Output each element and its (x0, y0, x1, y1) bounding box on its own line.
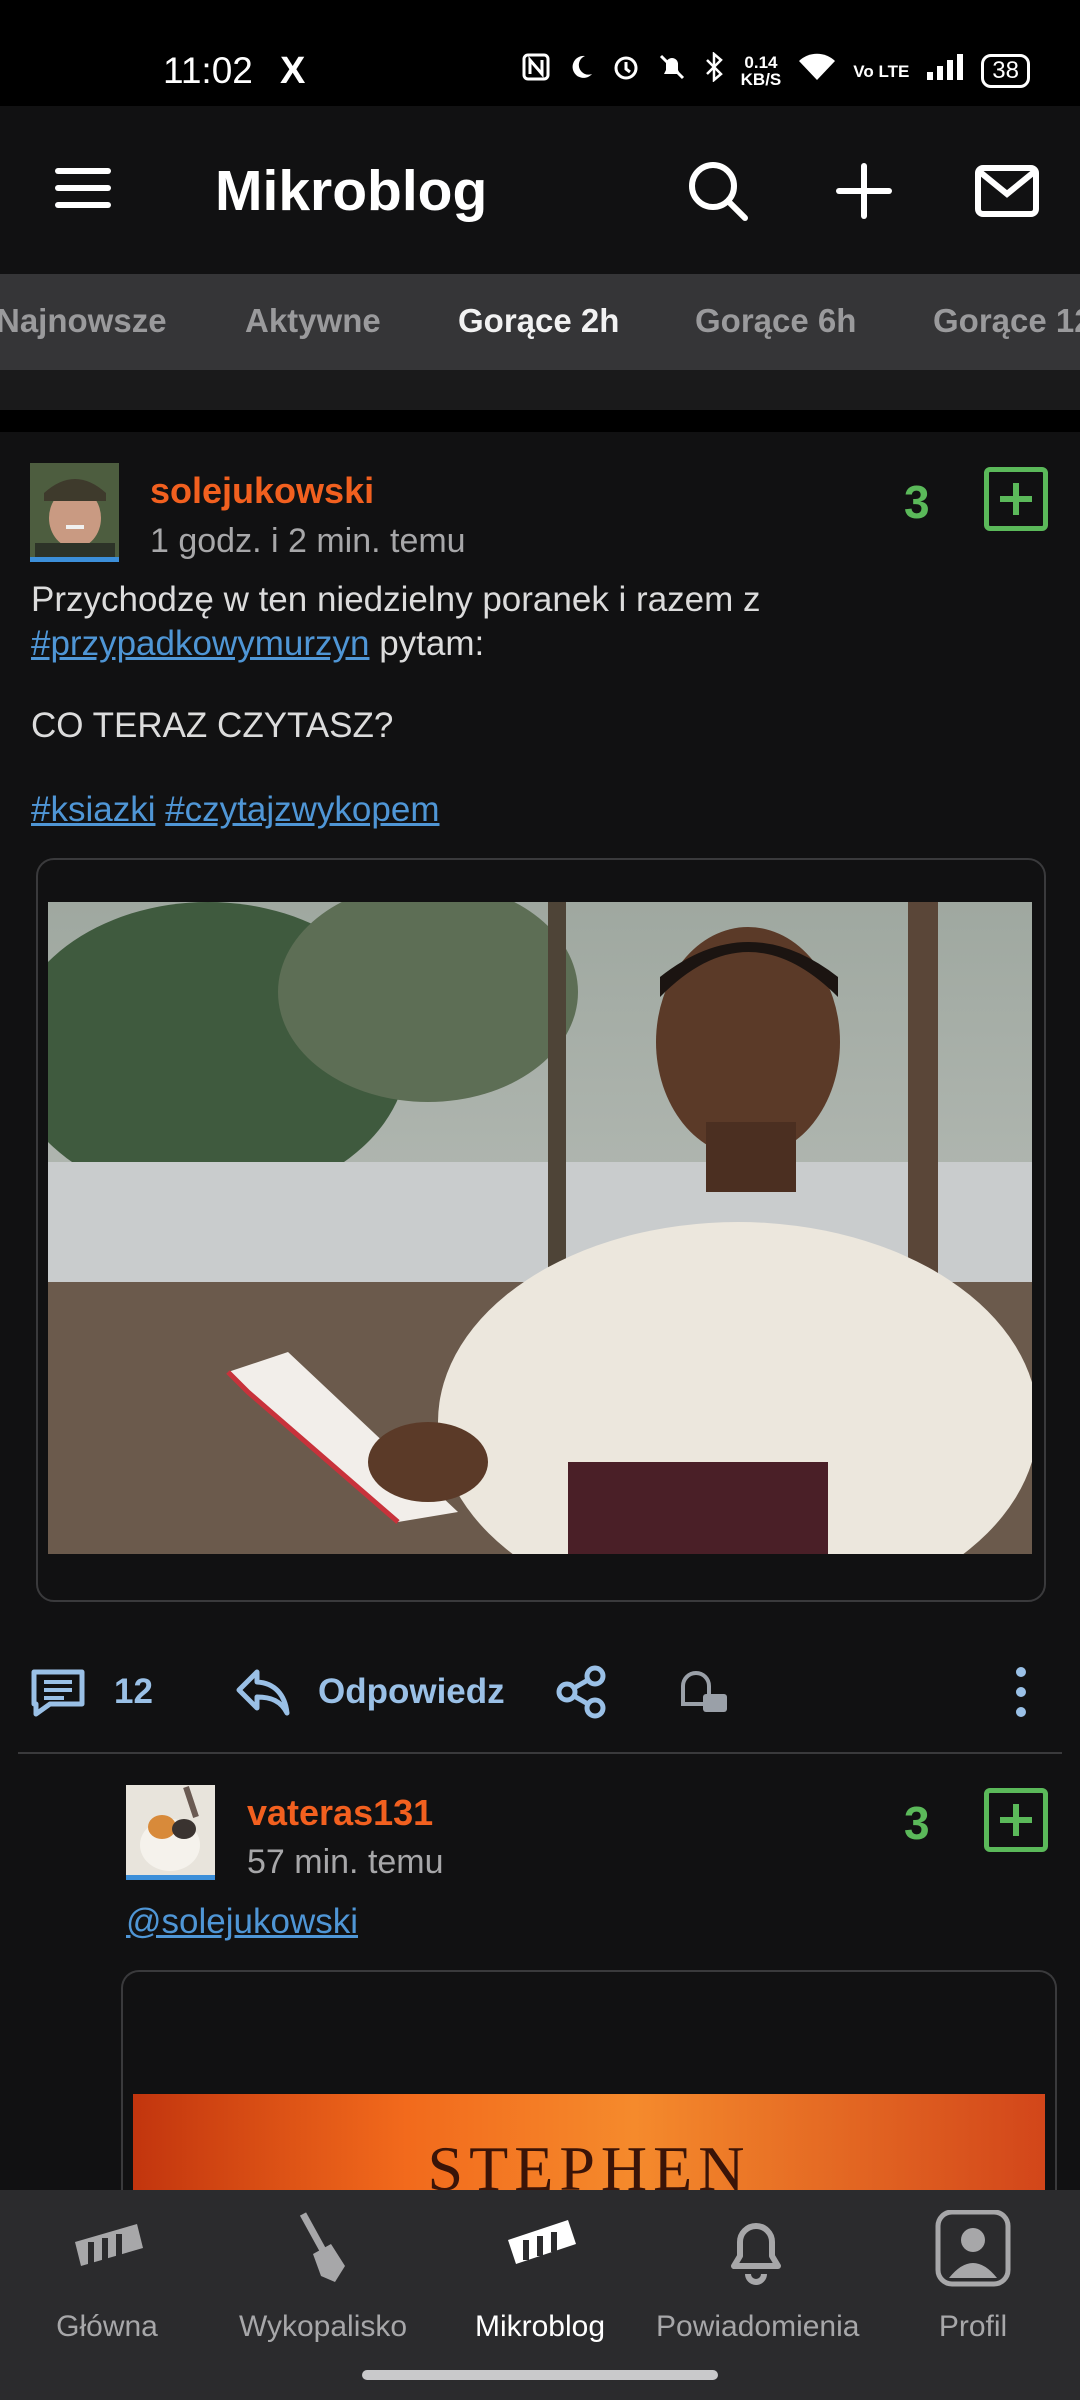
tab-gorace-6h[interactable]: Gorące 6h (695, 302, 856, 340)
menu-icon (55, 168, 111, 174)
menu-button[interactable] (55, 168, 111, 212)
app-bar: Mikroblog (0, 106, 1080, 274)
post-text-after-hashtag: pytam: (369, 624, 485, 663)
volte-indicator: Vo LTE (853, 61, 910, 81)
bottom-navigation: Główna Wykopalisko Mikroblog Powiadomien… (0, 2190, 1080, 2400)
tab-bar: Najnowsze Aktywne Gorące 2h Gorące 6h Go… (0, 274, 1080, 370)
comment-body: @solejukowski (126, 1900, 358, 1944)
share-button[interactable] (553, 1664, 609, 1720)
more-options-button[interactable] (1004, 1664, 1038, 1720)
nav-label: Profil (938, 2310, 1008, 2343)
post-time: 1 godz. i 2 min. temu (150, 522, 466, 560)
tab-gorace-2h[interactable]: Gorące 2h (458, 302, 619, 340)
wifi-icon (797, 52, 837, 90)
tab-najnowsze[interactable]: Najnowsze (0, 302, 167, 340)
hashtag-link[interactable]: #przypadkowymurzyn (31, 624, 369, 663)
x-app-icon: X (280, 50, 306, 92)
status-bar: 11:02 X 0.14 KB/S Vo LTE 38 (0, 0, 1080, 106)
tab-aktywne[interactable]: Aktywne (245, 302, 381, 340)
nav-label: Główna (56, 2310, 158, 2343)
search-icon (689, 162, 748, 221)
comment-image[interactable]: STEPHEN (133, 2094, 1045, 2190)
comment-time: 57 min. temu (247, 1843, 444, 1881)
status-icons: 0.14 KB/S Vo LTE 38 (521, 51, 1030, 90)
share-icon (556, 1665, 606, 1719)
avatar-photo (30, 463, 119, 557)
reading-man-photo (48, 902, 1032, 1554)
tab-strip-shadow (0, 370, 1080, 410)
bluetooth-icon (703, 51, 725, 90)
home-indicator[interactable] (362, 2370, 718, 2380)
battery-indicator: 38 (981, 54, 1030, 88)
mikroblog-icon (508, 2220, 576, 2264)
network-speed: 0.14 KB/S (741, 54, 782, 88)
tab-gorace-12h[interactable]: Gorące 12h (933, 302, 1080, 340)
reply-button[interactable] (235, 1666, 291, 1718)
hashtag-link[interactable]: #ksiazki (31, 790, 155, 829)
moon-icon (567, 53, 595, 89)
alarm-icon (611, 52, 641, 90)
post-body: Przychodzę w ten niedzielny poranek i ra… (31, 578, 1051, 832)
book-cover-title: STEPHEN (427, 2133, 751, 2190)
status-time: 11:02 (163, 50, 253, 91)
post-question: CO TERAZ CZYTASZ? (31, 706, 394, 745)
page-title: Mikroblog (215, 159, 488, 223)
nfc-icon (521, 52, 551, 90)
divider (18, 1752, 1062, 1754)
post-author-name[interactable]: solejukowski (150, 470, 374, 512)
signal-icon (925, 52, 965, 90)
post-actions: 12 Odpowiedz (0, 1650, 1080, 1730)
wykop-home-icon (75, 2224, 143, 2266)
comments-count: 12 (114, 1672, 153, 1711)
cat-avatar-photo (126, 1785, 215, 1875)
reply-icon (236, 1669, 290, 1716)
comment-author-name[interactable]: vateras131 (247, 1792, 433, 1834)
author-avatar[interactable] (30, 463, 119, 562)
plus-icon (836, 163, 892, 219)
shovel-icon (299, 2212, 345, 2282)
post-tags: #ksiazki #czytajzwykopem (31, 788, 1051, 832)
profile-icon (935, 2210, 1011, 2287)
comments-button[interactable] (30, 1668, 86, 1718)
comment-author-avatar[interactable] (126, 1785, 215, 1880)
nav-label: Mikroblog (474, 2310, 606, 2343)
separator (0, 410, 1080, 432)
bell-icon (731, 2223, 781, 2285)
mail-icon (975, 165, 1039, 217)
post-image[interactable] (48, 902, 1032, 1554)
comment-plus-button[interactable] (984, 1788, 1048, 1852)
add-button[interactable] (829, 156, 899, 226)
messages-button[interactable] (972, 156, 1042, 226)
more-vertical-icon (1016, 1667, 1026, 1717)
comments-icon (31, 1669, 85, 1717)
post-text-line2: #przypadkowymurzyn pytam: (31, 622, 1051, 666)
mention-link[interactable]: @solejukowski (126, 1902, 358, 1941)
network-speed-value: 0.14 (744, 53, 778, 72)
bell-comment-icon (681, 1671, 727, 1712)
nav-label: Wykopalisko (238, 2310, 408, 2343)
nav-label: Powiadomienia (656, 2310, 860, 2343)
post-plus-button[interactable] (984, 467, 1048, 531)
search-button[interactable] (683, 156, 753, 226)
post-vote-count: 3 (904, 476, 930, 528)
follow-thread-button[interactable] (675, 1664, 731, 1720)
post-text-line1: Przychodzę w ten niedzielny poranek i ra… (31, 580, 761, 619)
reply-label[interactable]: Odpowiedz (318, 1672, 505, 1712)
hashtag-link[interactable]: #czytajzwykopem (165, 790, 439, 829)
muted-bell-icon (657, 52, 687, 90)
comment-vote-count: 3 (904, 1797, 930, 1849)
network-speed-unit: KB/S (740, 70, 782, 89)
